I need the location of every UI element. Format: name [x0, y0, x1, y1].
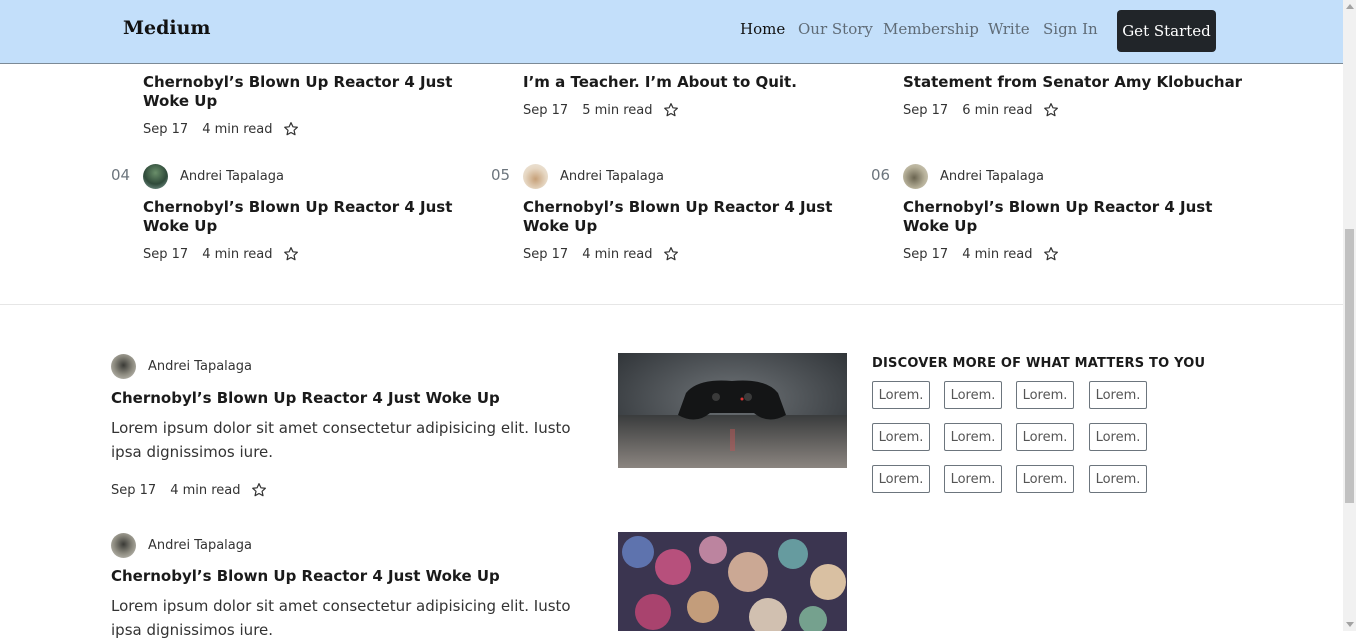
author-name: Andrei Tapalaga — [148, 359, 252, 374]
read-time: 4 min read — [202, 121, 273, 137]
author-name: Andrei Tapalaga — [148, 538, 252, 553]
trending-number: 06 — [871, 166, 891, 184]
post-date: Sep 17 — [143, 121, 189, 137]
author-name: Andrei Tapalaga — [180, 169, 284, 184]
topic-tag[interactable]: Lorem. — [944, 465, 1002, 493]
bookmark-star-icon[interactable] — [251, 482, 267, 498]
vertical-scrollbar[interactable] — [1343, 0, 1356, 631]
feed-post-meta: Sep 17 4 min read — [111, 482, 267, 498]
trending-meta-2: Sep 17 5 min read — [523, 102, 679, 118]
trending-meta-3: Sep 17 6 min read — [903, 102, 1059, 118]
nav-membership[interactable]: Membership — [883, 20, 979, 38]
scroll-up-arrow-icon[interactable] — [1346, 4, 1354, 9]
author-line[interactable]: Andrei Tapalaga — [111, 533, 252, 558]
trending-meta-4: Sep 17 4 min read — [143, 246, 299, 262]
nav-home[interactable]: Home — [740, 20, 785, 38]
discover-heading: DISCOVER MORE OF WHAT MATTERS TO YOU — [872, 356, 1206, 371]
section-divider — [0, 304, 1343, 305]
author-line[interactable]: Andrei Tapalaga — [143, 164, 284, 189]
trending-number: 05 — [491, 166, 511, 184]
read-time: 4 min read — [582, 246, 653, 262]
trending-meta-1: Sep 17 4 min read — [143, 121, 299, 137]
avatar — [903, 164, 928, 189]
nav-our-story[interactable]: Our Story — [798, 20, 873, 38]
trending-title-6[interactable]: Chernobyl’s Blown Up Reactor 4 Just Woke… — [903, 198, 1243, 236]
topic-tag[interactable]: Lorem. — [1016, 423, 1074, 451]
feed-post-excerpt: Lorem ipsum dolor sit amet consectetur a… — [111, 597, 571, 639]
trending-title-4[interactable]: Chernobyl’s Blown Up Reactor 4 Just Woke… — [143, 198, 483, 236]
feed-post-title[interactable]: Chernobyl’s Blown Up Reactor 4 Just Woke… — [111, 567, 500, 585]
post-date: Sep 17 — [523, 102, 569, 118]
post-date: Sep 17 — [111, 482, 157, 498]
read-time: 4 min read — [170, 482, 241, 498]
trending-meta-6: Sep 17 4 min read — [903, 246, 1059, 262]
scrollbar-thumb[interactable] — [1345, 229, 1354, 503]
nav-write[interactable]: Write — [988, 20, 1030, 38]
post-thumbnail-gamepad[interactable] — [618, 353, 847, 468]
brand-logo[interactable]: Medium — [123, 17, 211, 39]
post-date: Sep 17 — [143, 246, 189, 262]
topic-tag[interactable]: Lorem. — [1089, 423, 1147, 451]
topic-tag[interactable]: Lorem. — [872, 465, 930, 493]
topic-tag[interactable]: Lorem. — [944, 423, 1002, 451]
scroll-down-arrow-icon[interactable] — [1346, 622, 1354, 627]
bookmark-star-icon[interactable] — [1043, 246, 1059, 262]
topic-tag[interactable]: Lorem. — [1016, 465, 1074, 493]
read-time: 5 min read — [582, 102, 653, 118]
post-date: Sep 17 — [903, 246, 949, 262]
trending-title-2[interactable]: I’m a Teacher. I’m About to Quit. — [523, 73, 863, 92]
bookmark-star-icon[interactable] — [663, 102, 679, 118]
bookmark-star-icon[interactable] — [1043, 102, 1059, 118]
avatar — [111, 533, 136, 558]
topic-tag[interactable]: Lorem. — [1016, 381, 1074, 409]
author-line[interactable]: Andrei Tapalaga — [523, 164, 664, 189]
avatar — [523, 164, 548, 189]
trending-number: 04 — [111, 166, 131, 184]
topic-tag[interactable]: Lorem. — [872, 423, 930, 451]
trending-title-3[interactable]: Statement from Senator Amy Klobuchar — [903, 73, 1243, 92]
topic-tag[interactable]: Lorem. — [944, 381, 1002, 409]
avatar — [143, 164, 168, 189]
avatar — [111, 354, 136, 379]
author-name: Andrei Tapalaga — [940, 169, 1044, 184]
topic-tag[interactable]: Lorem. — [872, 381, 930, 409]
author-line[interactable]: Andrei Tapalaga — [111, 354, 252, 379]
post-date: Sep 17 — [523, 246, 569, 262]
author-line[interactable]: Andrei Tapalaga — [903, 164, 1044, 189]
read-time: 6 min read — [962, 102, 1033, 118]
post-thumbnail-bokeh[interactable] — [618, 532, 847, 631]
author-name: Andrei Tapalaga — [560, 169, 664, 184]
get-started-button[interactable]: Get Started — [1117, 10, 1216, 52]
feed-post-excerpt: Lorem ipsum dolor sit amet consectetur a… — [111, 419, 571, 461]
bookmark-star-icon[interactable] — [283, 121, 299, 137]
bookmark-star-icon[interactable] — [663, 246, 679, 262]
topic-tag[interactable]: Lorem. — [1089, 465, 1147, 493]
read-time: 4 min read — [202, 246, 273, 262]
trending-title-5[interactable]: Chernobyl’s Blown Up Reactor 4 Just Woke… — [523, 198, 863, 236]
post-date: Sep 17 — [903, 102, 949, 118]
trending-title-1[interactable]: Chernobyl’s Blown Up Reactor 4 Just Woke… — [143, 73, 483, 111]
top-navbar: Medium Home Our Story Membership Write S… — [0, 0, 1343, 64]
nav-sign-in[interactable]: Sign In — [1043, 20, 1098, 38]
topic-tag[interactable]: Lorem. — [1089, 381, 1147, 409]
read-time: 4 min read — [962, 246, 1033, 262]
feed-post-title[interactable]: Chernobyl’s Blown Up Reactor 4 Just Woke… — [111, 389, 500, 407]
bookmark-star-icon[interactable] — [283, 246, 299, 262]
trending-meta-5: Sep 17 4 min read — [523, 246, 679, 262]
